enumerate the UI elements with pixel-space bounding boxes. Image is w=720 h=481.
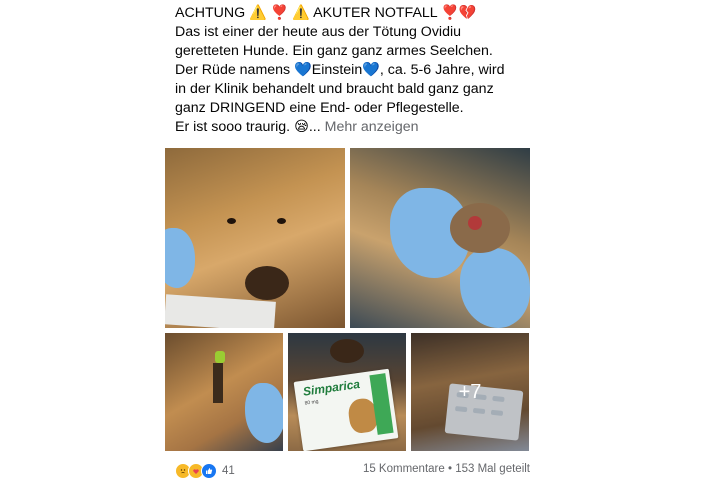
post-line-2: Das ist einer der heute aus der Tötung O…	[175, 24, 462, 40]
shares-link[interactable]: 153 Mal geteilt	[455, 463, 530, 475]
facebook-post: ACHTUNG ⚠️ ❣️ ⚠️ AKUTER NOTFALL ❣️💔 Das …	[165, 0, 535, 480]
collar-band	[213, 363, 223, 403]
post-stats: 15 Kommentare • 153 Mal geteilt	[363, 463, 530, 475]
dog-snout	[450, 203, 510, 253]
post-line-7-text: Er ist sooo traurig. 😪...	[175, 119, 321, 135]
comments-link[interactable]: 15 Kommentare	[363, 463, 445, 475]
post-line-7: Er ist sooo traurig. 😪... Mehr anzeigen	[175, 118, 535, 137]
medicine-box: Simparica 80 mg	[293, 368, 399, 451]
more-photos-count[interactable]: +7	[411, 333, 529, 451]
medicine-brand-text: Simparica	[302, 376, 361, 399]
post-line-3: geretteten Hunde. Ein ganz ganz armes Se…	[175, 43, 493, 59]
like-reaction-icon	[201, 463, 217, 479]
dog-snout	[245, 266, 289, 300]
photo-dog-side[interactable]	[165, 333, 283, 451]
glove-shape	[165, 228, 195, 288]
post-line-1: ACHTUNG ⚠️ ❣️ ⚠️ AKUTER NOTFALL ❣️💔	[175, 5, 477, 21]
reaction-count: 41	[222, 465, 235, 477]
stats-separator: •	[447, 463, 452, 475]
post-line-4: Der Rüde namens 💙Einstein💙, ca. 5-6 Jahr…	[175, 62, 505, 78]
photo-medicine-box[interactable]: Simparica 80 mg	[288, 333, 406, 451]
post-line-5: in der Klinik behandelt und braucht bald…	[175, 81, 494, 97]
paper-sheet	[165, 294, 276, 328]
dog-eye-right	[277, 218, 286, 224]
dog-snout	[330, 339, 364, 363]
medicine-dose-text: 80 mg	[304, 398, 319, 407]
dog-eye-left	[227, 218, 236, 224]
post-text: ACHTUNG ⚠️ ❣️ ⚠️ AKUTER NOTFALL ❣️💔 Das …	[175, 4, 535, 137]
glove-shape	[245, 383, 283, 443]
show-more-link[interactable]: Mehr anzeigen	[325, 119, 419, 135]
reactions-summary[interactable]: 41	[175, 463, 235, 479]
post-line-6: ganz DRINGEND eine End- oder Pflegestell…	[175, 100, 464, 116]
photo-more-overlay[interactable]: +7	[411, 333, 529, 451]
wound-spot	[468, 216, 482, 230]
green-tag	[215, 351, 225, 363]
photo-dog-face[interactable]	[165, 148, 345, 328]
post-footer: 41 15 Kommentare • 153 Mal geteilt	[175, 463, 530, 481]
glove-shape	[460, 248, 530, 328]
photo-dog-wound[interactable]	[350, 148, 530, 328]
